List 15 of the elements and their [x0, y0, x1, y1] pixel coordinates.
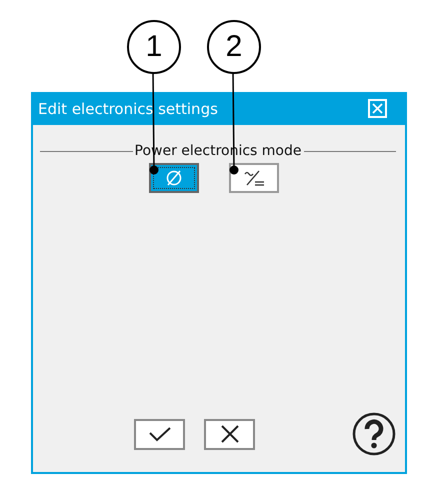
close-button[interactable]	[368, 99, 387, 118]
help-button[interactable]	[352, 412, 396, 456]
window-title: Edit electronics settings	[38, 100, 218, 118]
cancel-button[interactable]	[204, 418, 255, 450]
mode-button[interactable]	[149, 163, 199, 193]
callout-marker: 2	[207, 20, 261, 74]
checkmark-icon	[148, 426, 172, 442]
close-icon	[372, 103, 383, 114]
cross-icon	[220, 425, 238, 443]
help-icon	[352, 412, 396, 456]
empty-set-icon	[165, 169, 183, 187]
ac-dc-icon	[242, 169, 266, 187]
ok-button[interactable]	[134, 418, 185, 450]
callout-marker: 1	[127, 20, 181, 74]
mode-button[interactable]	[229, 163, 279, 193]
